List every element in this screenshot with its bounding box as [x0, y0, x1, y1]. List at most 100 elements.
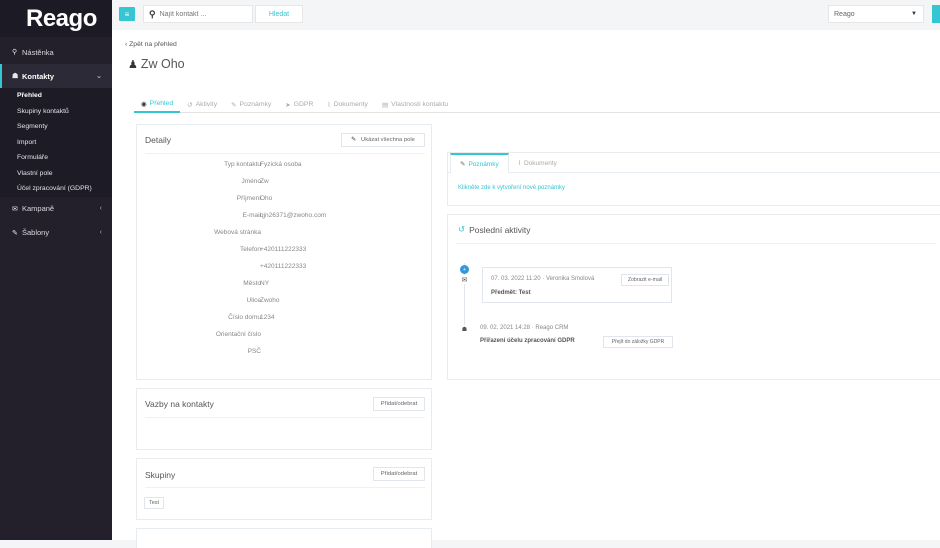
envelope-icon: ✉	[12, 205, 18, 213]
groups-add-remove-button[interactable]: Přidat/odebrat	[373, 467, 425, 481]
activity-text: Přiřazení účelu zpracování GDPR	[480, 338, 575, 344]
reago-logo[interactable]: Reago	[0, 0, 112, 37]
tab-panel-documents[interactable]: ⌇ Dokumenty	[509, 153, 566, 173]
menu-toggle-button[interactable]: ≡	[119, 7, 135, 21]
activity-meta: 07. 03. 2022 11:20 · Veronika Smolová	[491, 276, 595, 282]
organization-select[interactable]: Reago ▼	[828, 5, 924, 23]
topbar-action-button[interactable]	[932, 5, 940, 23]
recent-activities-card: ↺ Poslední aktivity + ✉ 07. 03. 2022 11:…	[447, 214, 940, 380]
chevron-left-icon: ‹	[99, 229, 102, 236]
user-icon: ♟	[128, 58, 138, 71]
detail-value: Fyzická osoba	[260, 161, 302, 168]
sidebar-item-segments[interactable]: Segmenty	[0, 119, 112, 135]
recent-activities-heading: ↺ Poslední aktivity	[458, 224, 531, 235]
detail-label: Číslo domu	[228, 314, 261, 321]
sidebar-item-label: Šablony	[22, 228, 50, 237]
sidebar-item-label: Kampaně	[22, 204, 55, 213]
detail-label: Ulice	[246, 297, 261, 304]
activity-subject: Předmět: Test	[491, 290, 531, 296]
tab-gdpr[interactable]: ➤ GDPR	[278, 96, 320, 113]
tab-panel-notes[interactable]: ✎ Poznámky	[450, 153, 509, 173]
detail-value: +420111222333	[260, 246, 307, 253]
hamburger-icon: ≡	[124, 9, 130, 19]
sidebar-item-import[interactable]: Import	[0, 135, 112, 151]
activity-author: Reago CRM	[535, 325, 569, 331]
contact-name: Zw Oho	[140, 57, 185, 71]
sidebar-item-dashboard[interactable]: ⚲ Nástěnka	[0, 40, 112, 64]
detail-row: Ulice Zwoho	[137, 297, 437, 307]
tab-label: Vlastnosti kontaktu	[391, 101, 449, 108]
sidebar-item-campaigns[interactable]: ✉ Kampaně ‹	[0, 197, 112, 221]
detail-value: Zw	[260, 178, 269, 185]
create-note-link[interactable]: Klikněte zde k vytvoření nové poznámky	[458, 185, 565, 191]
organization-select-value: Reago	[834, 10, 855, 18]
relations-add-remove-button[interactable]: Přidat/odebrat	[373, 397, 425, 411]
edit-icon: ✎	[460, 161, 466, 168]
detail-value: +420111222333	[260, 263, 307, 270]
sidebar-item-contacts[interactable]: ☗ Kontakty ⌄	[0, 64, 112, 88]
detail-label: PSČ	[247, 348, 261, 355]
sidebar-item-label: Kontakty	[22, 71, 55, 81]
eye-icon: ◉	[141, 100, 147, 108]
sidebar-item-contact-groups[interactable]: Skupiny kontaktů	[0, 104, 112, 120]
chevron-down-icon: ⌄	[96, 73, 102, 80]
activity-date: 07. 03. 2022 11:20	[491, 276, 541, 282]
groups-divider	[145, 487, 425, 488]
relations-card: Vazby na kontakty Přidat/odebrat	[136, 388, 432, 450]
detail-label: Telefon	[240, 246, 261, 253]
view-email-button[interactable]: Zobrazit e-mail	[621, 274, 669, 286]
detail-value: Oho	[260, 195, 273, 202]
pencil-icon: ✎	[351, 137, 357, 143]
search-input[interactable]	[159, 10, 240, 18]
detail-label: Webová stránka	[214, 229, 261, 236]
go-to-gdpr-button[interactable]: Přejít do záložky GDPR	[603, 336, 673, 348]
detail-row: Telefon +420111222333	[137, 246, 437, 256]
paperclip-icon: ⌇	[327, 101, 331, 109]
show-all-fields-button[interactable]: ✎ Ukázat všechna pole	[341, 133, 425, 147]
detail-row: E-mail qjn26371@zwoho.com	[137, 212, 437, 222]
next-card	[136, 528, 432, 548]
contacts-submenu: Přehled Skupiny kontaktů Segmenty Import…	[0, 88, 112, 197]
tab-documents[interactable]: ⌇ Dokumenty	[320, 96, 375, 113]
detail-value: 1234	[260, 314, 275, 321]
detail-label: Typ kontaktu	[224, 161, 261, 168]
tab-notes[interactable]: ✎ Poznámky	[224, 96, 278, 113]
detail-label: Orientační číslo	[215, 331, 261, 338]
page-title: ♟ Zw Oho	[128, 57, 185, 71]
search-button[interactable]: Hledat	[255, 5, 303, 23]
back-link[interactable]: ‹ Zpět na přehled	[125, 41, 177, 48]
activity-item-email: 07. 03. 2022 11:20 · Veronika Smolová Zo…	[482, 267, 672, 303]
tab-label: Přehled	[149, 100, 174, 107]
activity-author: Veronika Smolová	[545, 276, 595, 282]
detail-row: Jméno Zw	[137, 178, 437, 188]
relations-divider	[145, 417, 425, 418]
sidebar-item-templates[interactable]: ✎ Šablony ‹	[0, 221, 112, 245]
detail-row: +420111222333	[137, 263, 437, 273]
activity-date: 09. 02. 2021 14:28	[480, 325, 531, 331]
sidebar-item-custom-fields[interactable]: Vlastní pole	[0, 166, 112, 182]
sidebar-nav: ⚲ Nástěnka ☗ Kontakty ⌄ Přehled Skupiny …	[0, 40, 112, 245]
detail-row: Webová stránka	[137, 229, 437, 239]
user-icon: ☗	[460, 325, 469, 334]
list-icon: ▤	[381, 101, 389, 109]
tab-properties[interactable]: ▤ Vlastnosti kontaktu	[375, 96, 455, 113]
sidebar-item-forms[interactable]: Formuláře	[0, 150, 112, 166]
history-icon: ↺	[458, 224, 466, 234]
chevron-left-icon: ‹	[99, 205, 102, 212]
search-field[interactable]: ⚲	[143, 5, 253, 23]
tab-overview[interactable]: ◉ Přehled	[134, 96, 181, 113]
caret-down-icon: ▼	[911, 11, 917, 17]
pencil-icon: ✎	[12, 229, 18, 237]
group-chip[interactable]: Test	[144, 497, 165, 509]
detail-label: Příjmení	[236, 195, 261, 202]
tab-activities[interactable]: ↺ Aktivity	[180, 96, 224, 113]
sidebar-item-overview[interactable]: Přehled	[0, 88, 112, 104]
send-icon: ➤	[285, 101, 291, 109]
details-divider	[145, 153, 425, 154]
contact-tabs: ◉ Přehled ↺ Aktivity ✎ Poznámky ➤ GDPR ⌇ Doku…	[134, 96, 940, 113]
tab-label: Poznámky	[468, 160, 499, 168]
sidebar-item-gdpr-purpose[interactable]: Účel zpracování (GDPR)	[0, 181, 112, 197]
recent-activities-title: Poslední aktivity	[469, 224, 531, 235]
notes-panel-tabs: ✎ Poznámky ⌇ Dokumenty	[448, 153, 940, 173]
plus-icon: +	[460, 265, 469, 274]
